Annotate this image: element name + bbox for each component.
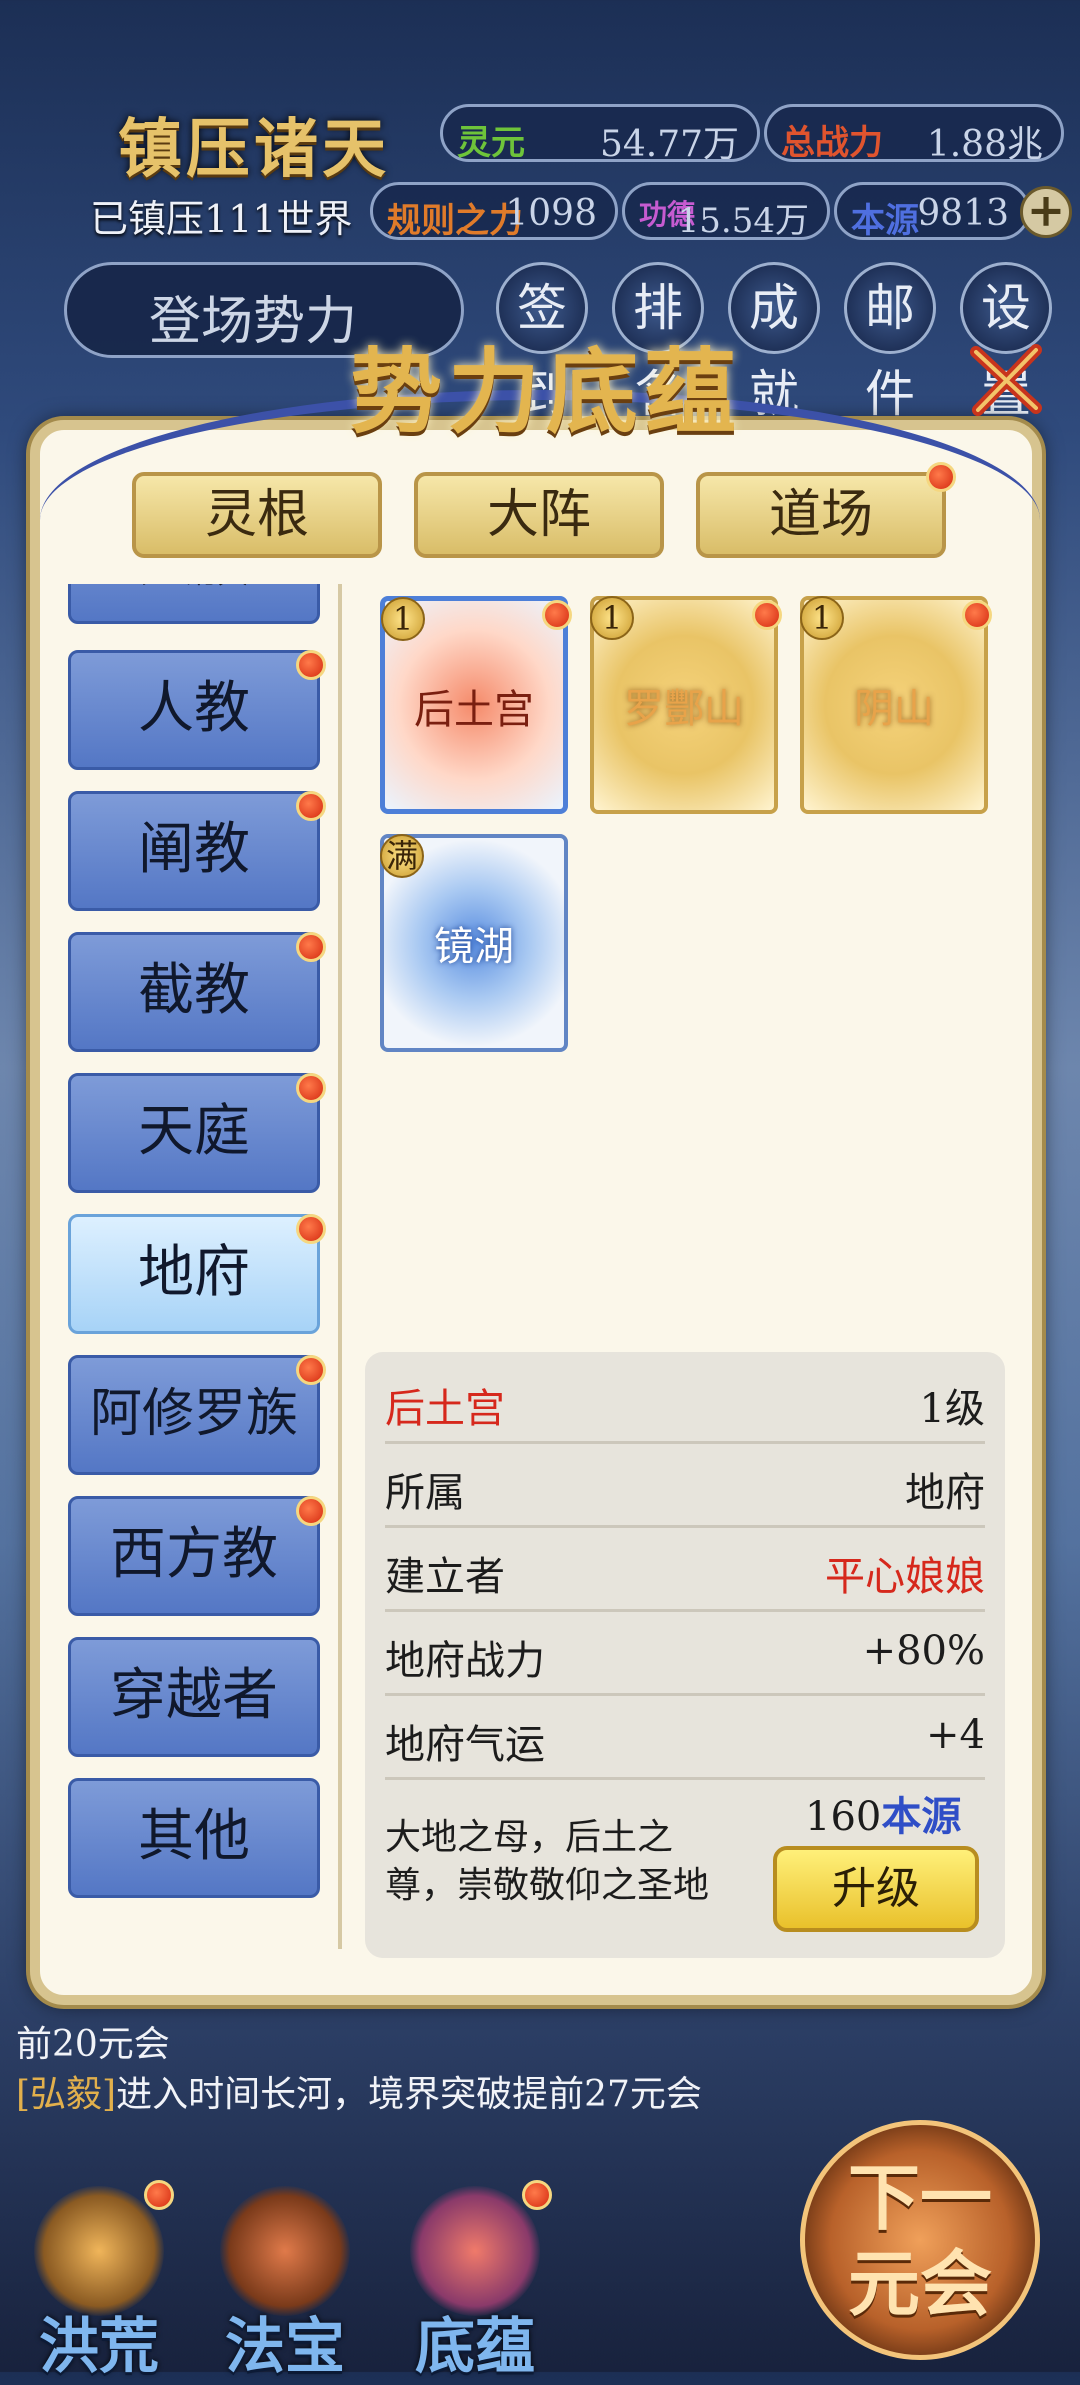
max-badge: 满	[380, 834, 424, 878]
level-badge: 1	[800, 596, 844, 640]
modal-title: 势力底蕴	[350, 338, 743, 446]
notification-dot	[542, 600, 572, 630]
log-line: 前20元会	[16, 2024, 170, 2065]
add-resource-button[interactable]: +	[1020, 186, 1072, 238]
sidebar-item-chanjiao[interactable]: 阐教	[68, 791, 320, 911]
notification-dot	[296, 1214, 326, 1244]
detail-name: 后土宫	[385, 1386, 505, 1432]
sidebar-item-western-sect[interactable]: 西方教	[68, 1496, 320, 1616]
sidebar-item-human-race[interactable]: 人族	[68, 584, 320, 624]
notification-dot	[296, 1073, 326, 1103]
card-yin-mountain[interactable]: 阴山 1	[800, 596, 988, 814]
tab-spirit-root[interactable]: 灵根	[132, 472, 382, 558]
sidebar-item-traveler[interactable]: 穿越者	[68, 1637, 320, 1757]
nav-honghuang[interactable]: 洪荒	[14, 2186, 184, 2382]
log-line: [弘毅]进入时间长河，境界突破提前27元会	[16, 2074, 702, 2115]
notification-dot	[296, 650, 326, 680]
level-badge: 1	[381, 597, 425, 641]
stat-lingyuan: 灵元 54.77万	[440, 104, 760, 165]
game-title: 镇压诸天	[118, 112, 390, 187]
upgrade-cost: 160本源	[805, 1793, 962, 1840]
notification-dot	[296, 932, 326, 962]
event-log: 前20元会 [弘毅]进入时间长河，境界突破提前27元会	[16, 2020, 756, 2160]
sidebar-item-asura[interactable]: 阿修罗族	[68, 1355, 320, 1475]
sidebar-item-renjiao[interactable]: 人教	[68, 650, 320, 770]
notification-dot	[522, 2180, 552, 2210]
tab-dojo[interactable]: 道场	[696, 472, 946, 558]
upgrade-button[interactable]: 升级	[773, 1846, 979, 1932]
notification-dot	[962, 600, 992, 630]
honghuang-icon	[34, 2186, 164, 2316]
mail-button[interactable]: 邮件	[844, 262, 936, 423]
faction-sidebar[interactable]: 人族 人教 阐教 截教 天庭 地府 阿修罗族 西方教 穿越者 其他	[60, 584, 330, 1949]
lotus-icon	[410, 2186, 540, 2316]
detail-row-power: 地府战力 +80%	[385, 1612, 985, 1696]
nav-heritage[interactable]: 底蕴	[390, 2186, 560, 2382]
detail-description: 大地之母，后土之尊，崇敬敬仰之圣地	[385, 1817, 710, 1906]
detail-name-row: 后土宫 1级	[385, 1360, 985, 1444]
notification-dot	[752, 600, 782, 630]
next-era-button[interactable]: 下一 元会	[800, 2120, 1040, 2360]
building-detail-panel: 后土宫 1级 所属 地府 建立者 平心娘娘 地府战力 +80% 地府气运 +4 …	[365, 1352, 1005, 1958]
world-status: 已镇压111世界	[90, 197, 353, 241]
level-badge: 1	[590, 596, 634, 640]
card-luofeng-mountain[interactable]: 罗酆山 1	[590, 596, 778, 814]
notification-dot	[296, 791, 326, 821]
nav-treasure[interactable]: 法宝	[200, 2186, 370, 2382]
detail-row-affiliation: 所属 地府	[385, 1444, 985, 1528]
sidebar-item-jiejiao[interactable]: 截教	[68, 932, 320, 1052]
sidebar-item-difu[interactable]: 地府	[68, 1214, 320, 1334]
notification-dot	[296, 1496, 326, 1526]
sidebar-item-other[interactable]: 其他	[68, 1778, 320, 1898]
detail-row-founder: 建立者 平心娘娘	[385, 1528, 985, 1612]
notification-dot	[296, 1355, 326, 1385]
tab-formation[interactable]: 大阵	[414, 472, 664, 558]
sidebar-divider	[338, 584, 342, 1949]
stat-total-power: 总战力 1.88兆	[764, 104, 1064, 165]
notification-dot	[926, 462, 956, 492]
detail-level: 1级	[919, 1386, 985, 1432]
treasure-icon	[220, 2186, 350, 2316]
card-houtu-palace[interactable]: 后土宫 1	[380, 596, 568, 814]
stat-origin: 本源 9813	[834, 182, 1030, 241]
close-icon[interactable]	[966, 340, 1046, 420]
notification-dot	[144, 2180, 174, 2210]
stat-rule-power: 规则之力 1098	[370, 182, 618, 241]
stat-merit: 功德 15.54万	[622, 182, 830, 241]
sidebar-item-tianting[interactable]: 天庭	[68, 1073, 320, 1193]
card-mirror-lake[interactable]: 镜湖 满	[380, 834, 568, 1052]
detail-row-fortune: 地府气运 +4	[385, 1696, 985, 1780]
